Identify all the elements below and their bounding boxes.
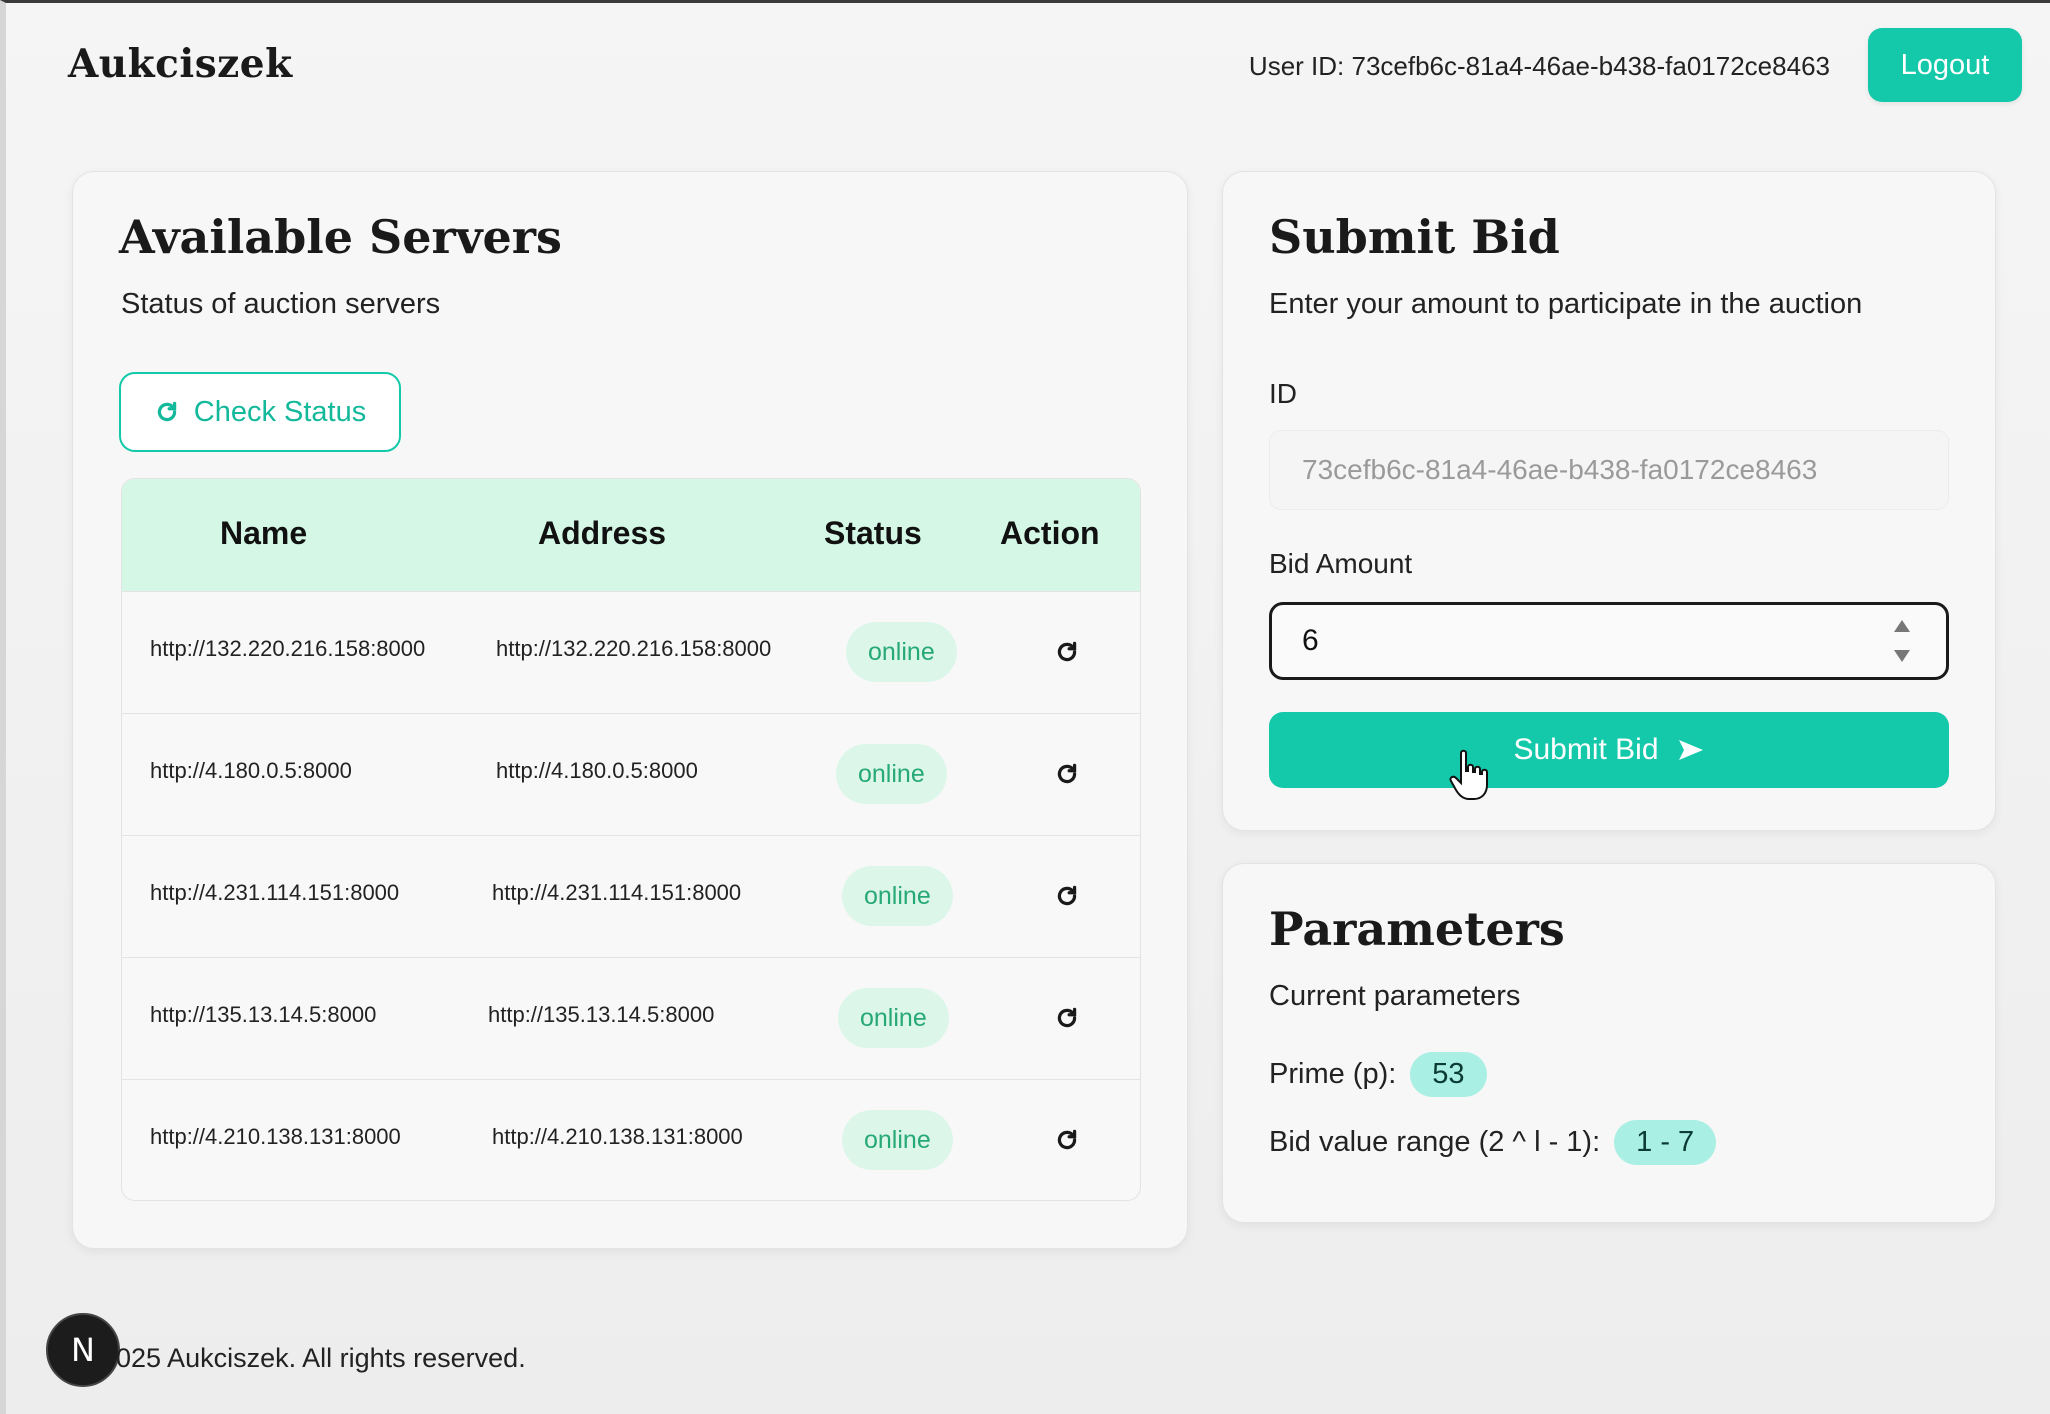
- footer-copyright: 025 Aukciszek. All rights reserved.: [116, 1343, 526, 1373]
- server-name: http://4.210.138.131:8000: [150, 1124, 401, 1149]
- prime-row: Prime (p): 53: [1269, 1052, 1487, 1097]
- bid-amount-label: Bid Amount: [1269, 548, 1413, 579]
- increment-arrow-icon[interactable]: [1894, 620, 1910, 632]
- server-address: http://4.180.0.5:8000: [496, 758, 698, 783]
- framework-badge-icon[interactable]: N: [46, 1313, 120, 1387]
- table-row: http://132.220.216.158:8000 http://132.2…: [122, 591, 1140, 713]
- prime-value-badge: 53: [1410, 1052, 1487, 1097]
- parameters-subtitle: Current parameters: [1269, 980, 1521, 1012]
- refresh-icon[interactable]: [1054, 639, 1080, 665]
- server-address: http://135.13.14.5:8000: [488, 1002, 715, 1027]
- hand-cursor-icon: [1449, 749, 1488, 800]
- servers-table: Name Address Status Action http://132.22…: [121, 478, 1141, 1201]
- refresh-icon[interactable]: [1054, 761, 1080, 787]
- bid-subtitle: Enter your amount to participate in the …: [1269, 288, 1863, 320]
- bid-range-label: Bid value range (2 ^ l - 1):: [1269, 1126, 1601, 1158]
- number-spinner[interactable]: [1894, 620, 1910, 662]
- status-badge: online: [846, 622, 957, 682]
- server-address: http://132.220.216.158:8000: [496, 636, 772, 661]
- status-badge: online: [842, 1110, 953, 1170]
- status-badge: online: [842, 866, 953, 926]
- refresh-icon: [157, 401, 176, 422]
- submit-bid-card: Submit Bid Enter your amount to particip…: [1222, 171, 1996, 831]
- table-row: http://4.210.138.131:8000 http://4.210.1…: [122, 1079, 1140, 1200]
- check-status-label: Check Status: [193, 395, 367, 428]
- check-status-button[interactable]: Check Status: [119, 372, 401, 452]
- bid-range-row: Bid value range (2 ^ l - 1): 1 - 7: [1269, 1120, 1717, 1165]
- server-address: http://4.231.114.151:8000: [492, 880, 742, 905]
- table-row: http://4.180.0.5:8000 http://4.180.0.5:8…: [122, 713, 1140, 835]
- column-header-status[interactable]: Status: [824, 515, 922, 552]
- column-header-action[interactable]: Action: [1000, 515, 1100, 552]
- id-field[interactable]: 73cefb6c-81a4-46ae-b438-fa0172ce8463: [1269, 430, 1949, 510]
- servers-card: Available Servers Status of auction serv…: [72, 171, 1188, 1249]
- status-badge: online: [836, 744, 947, 804]
- page: Aukciszek User ID: 73cefb6c-81a4-46ae-b4…: [0, 0, 2050, 1414]
- refresh-icon[interactable]: [1054, 1127, 1080, 1153]
- parameters-card: Parameters Current parameters Prime (p):…: [1222, 863, 1996, 1223]
- prime-label: Prime (p):: [1269, 1058, 1397, 1090]
- submit-bid-label: Submit Bid: [1513, 733, 1659, 766]
- bid-amount-input[interactable]: 6: [1269, 602, 1949, 680]
- parameters-title: Parameters: [1269, 902, 1565, 956]
- server-name: http://132.220.216.158:8000: [150, 636, 426, 661]
- top-bar: Aukciszek User ID: 73cefb6c-81a4-46ae-b4…: [6, 3, 2050, 133]
- column-header-name[interactable]: Name: [220, 515, 307, 552]
- id-label: ID: [1269, 378, 1297, 409]
- table-header: Name Address Status Action: [122, 479, 1140, 591]
- server-name: http://4.180.0.5:8000: [150, 758, 352, 783]
- brand-logo[interactable]: Aukciszek: [68, 41, 293, 87]
- refresh-icon[interactable]: [1054, 1005, 1080, 1031]
- column-header-address[interactable]: Address: [538, 515, 666, 552]
- servers-subtitle: Status of auction servers: [121, 288, 441, 320]
- refresh-icon[interactable]: [1054, 883, 1080, 909]
- send-icon: [1678, 740, 1703, 760]
- server-name: http://4.231.114.151:8000: [150, 880, 400, 905]
- table-row: http://135.13.14.5:8000 http://135.13.14…: [122, 957, 1140, 1079]
- servers-title: Available Servers: [119, 210, 562, 264]
- submit-bid-button[interactable]: Submit Bid: [1269, 712, 1949, 788]
- user-id-text: User ID: 73cefb6c-81a4-46ae-b438-fa0172c…: [1248, 51, 1830, 81]
- server-address: http://4.210.138.131:8000: [492, 1124, 743, 1149]
- decrement-arrow-icon[interactable]: [1894, 650, 1910, 662]
- bid-range-badge: 1 - 7: [1614, 1120, 1717, 1165]
- bid-amount-value: 6: [1302, 624, 1319, 657]
- status-badge: online: [838, 988, 949, 1048]
- bid-title: Submit Bid: [1269, 210, 1560, 264]
- server-name: http://135.13.14.5:8000: [150, 1002, 377, 1027]
- table-row: http://4.231.114.151:8000 http://4.231.1…: [122, 835, 1140, 957]
- logout-button[interactable]: Logout: [1868, 28, 2022, 102]
